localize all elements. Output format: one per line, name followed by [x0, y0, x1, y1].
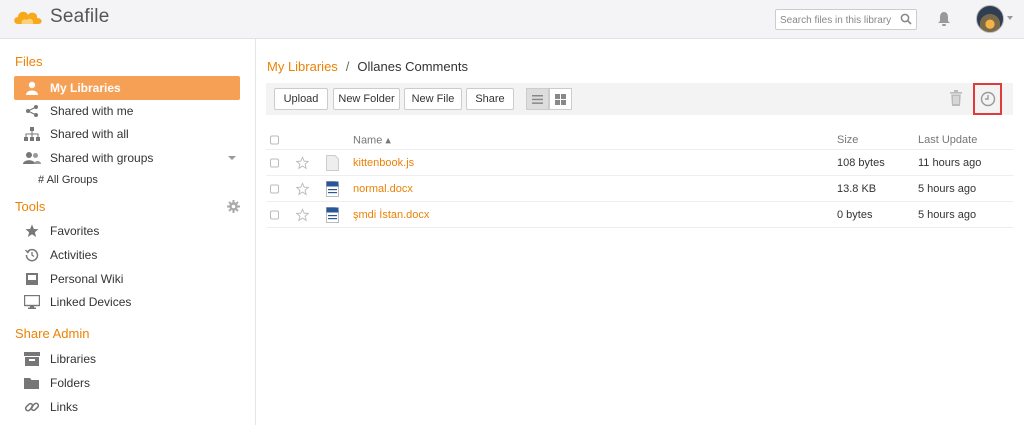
monitor-icon	[14, 295, 50, 309]
breadcrumb-current: Ollanes Comments	[357, 59, 468, 74]
share-button[interactable]: Share	[466, 88, 514, 110]
word-doc-icon	[326, 180, 339, 197]
file-name-link[interactable]: kittenbook.js	[353, 157, 414, 169]
chevron-down-icon[interactable]	[228, 156, 236, 160]
star-icon	[14, 224, 50, 238]
sidebar-item-label: Linked Devices	[50, 295, 132, 309]
seafile-logo[interactable]: Seafile	[12, 6, 110, 28]
breadcrumb-separator: /	[345, 59, 350, 74]
file-updated: 5 hours ago	[918, 182, 977, 195]
link-icon	[14, 399, 50, 415]
sidebar: Files My Libraries Shared with me Shared…	[0, 39, 256, 425]
sidebar-item-folders[interactable]: Folders	[14, 371, 240, 395]
share-admin-section-title: Share Admin	[15, 326, 90, 341]
select-all-checkbox[interactable]	[270, 135, 279, 144]
row-checkbox[interactable]	[270, 210, 279, 219]
toolbar: Upload New Folder New File Share	[266, 83, 1013, 115]
avatar[interactable]	[976, 5, 1004, 33]
upload-button[interactable]: Upload	[274, 88, 328, 110]
row-checkbox[interactable]	[270, 184, 279, 193]
grid-view-icon[interactable]	[549, 88, 572, 110]
chevron-down-icon[interactable]	[1007, 16, 1013, 20]
breadcrumb: My Libraries / Ollanes Comments	[267, 59, 468, 74]
search-box[interactable]	[775, 9, 917, 30]
sidebar-item-label: Favorites	[50, 224, 100, 238]
sidebar-item-linked-devices[interactable]: Linked Devices	[14, 290, 240, 314]
table-row[interactable]: normal.docx 13.8 KB 5 hours ago	[266, 176, 1013, 202]
new-file-button[interactable]: New File	[404, 88, 462, 110]
sidebar-item-label: Links	[50, 400, 79, 414]
file-icon	[326, 154, 339, 171]
sidebar-item-label: Activities	[50, 248, 98, 262]
cloud-logo-icon	[14, 11, 42, 24]
app-name: Seafile	[50, 6, 110, 27]
word-doc-icon	[326, 206, 339, 223]
breadcrumb-root-link[interactable]: My Libraries	[267, 59, 338, 74]
sidebar-item-shared-with-me[interactable]: Shared with me	[14, 99, 240, 123]
file-size: 0 bytes	[837, 208, 873, 221]
list-view-icon[interactable]	[526, 88, 549, 110]
history-icon	[14, 248, 50, 262]
sidebar-item-my-libraries[interactable]: My Libraries	[14, 76, 240, 100]
trash-icon[interactable]	[950, 90, 962, 106]
search-input[interactable]	[776, 11, 894, 30]
file-name-link[interactable]: şmdi İstan.docx	[353, 209, 429, 221]
size-column-header[interactable]: Size	[837, 134, 858, 146]
group-icon	[14, 151, 50, 165]
new-folder-button[interactable]: New Folder	[333, 88, 400, 110]
sidebar-item-all-groups[interactable]: # All Groups	[38, 174, 98, 186]
org-icon	[14, 127, 50, 141]
sidebar-item-personal-wiki[interactable]: Personal Wiki	[14, 267, 240, 291]
last-update-column-header[interactable]: Last Update	[918, 134, 977, 146]
row-checkbox[interactable]	[270, 158, 279, 167]
history-button[interactable]	[973, 83, 1002, 115]
wiki-icon	[14, 272, 50, 286]
sidebar-item-label: Shared with me	[50, 104, 134, 118]
file-updated: 5 hours ago	[918, 208, 977, 221]
table-row[interactable]: kittenbook.js 108 bytes 11 hours ago	[266, 150, 1013, 176]
folder-icon	[14, 376, 50, 390]
notification-bell-icon[interactable]	[937, 11, 951, 27]
gear-icon[interactable]	[227, 200, 240, 213]
sidebar-item-label: Folders	[50, 376, 91, 390]
sidebar-item-shared-with-all[interactable]: Shared with all	[14, 122, 240, 146]
sidebar-item-favorites[interactable]: Favorites	[14, 219, 240, 243]
file-size: 108 bytes	[837, 156, 885, 169]
sidebar-item-label: My Libraries	[50, 81, 121, 95]
sidebar-item-shared-with-groups[interactable]: Shared with groups	[14, 146, 240, 170]
sidebar-item-label: Personal Wiki	[50, 272, 124, 286]
star-outline-icon[interactable]	[296, 208, 309, 221]
share-icon	[14, 104, 50, 118]
tools-section-title: Tools	[15, 199, 46, 214]
file-name-link[interactable]: normal.docx	[353, 183, 413, 195]
table-row[interactable]: şmdi İstan.docx 0 bytes 5 hours ago	[266, 202, 1013, 228]
user-icon	[14, 81, 50, 95]
sidebar-item-libraries[interactable]: Libraries	[14, 347, 240, 371]
files-section-title: Files	[15, 54, 43, 69]
sidebar-item-activities[interactable]: Activities	[14, 243, 240, 267]
table-header-row: Name ▴ Size Last Update	[266, 130, 1013, 150]
libraries-icon	[14, 352, 50, 366]
file-table: Name ▴ Size Last Update kittenbook.js 10…	[266, 130, 1013, 228]
sidebar-item-links[interactable]: Links	[14, 395, 240, 419]
file-size: 13.8 KB	[837, 182, 877, 195]
star-outline-icon[interactable]	[296, 182, 309, 195]
clock-icon	[980, 91, 995, 107]
sidebar-item-label: Libraries	[50, 352, 97, 366]
name-column-header[interactable]: Name ▴	[353, 133, 391, 146]
sidebar-item-label: Shared with all	[50, 127, 129, 141]
view-mode-toggle	[526, 88, 572, 110]
star-outline-icon[interactable]	[296, 156, 309, 169]
search-icon[interactable]	[900, 13, 912, 25]
sidebar-item-label: Shared with groups	[50, 151, 154, 165]
top-header: Seafile	[0, 0, 1024, 39]
file-updated: 11 hours ago	[918, 156, 982, 169]
